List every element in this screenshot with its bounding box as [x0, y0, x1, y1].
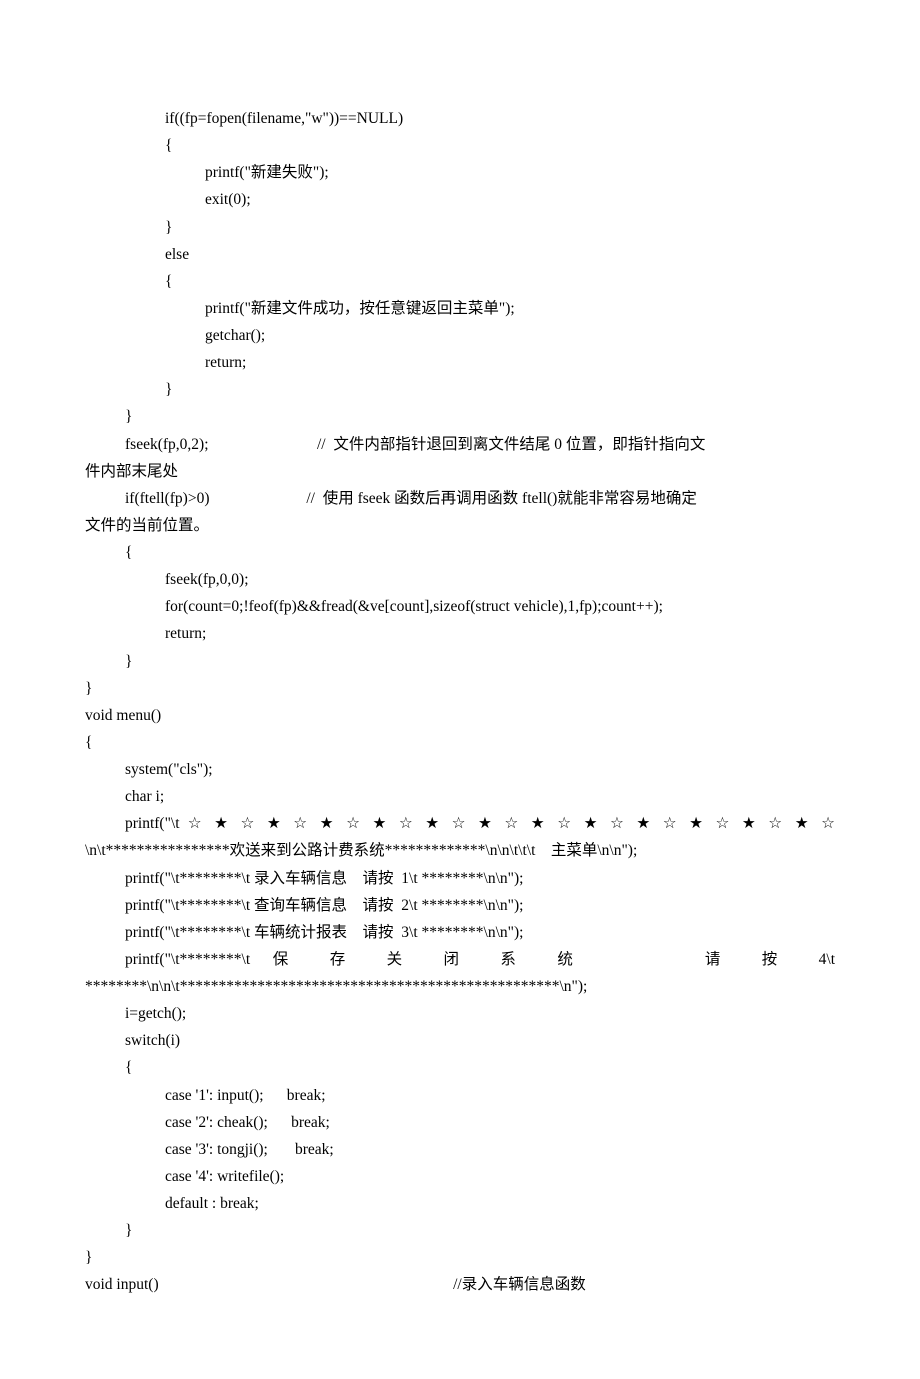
code-line: return;: [85, 620, 835, 647]
code-line: return;: [85, 349, 835, 376]
code-line: system("cls");: [85, 756, 835, 783]
code-line: fseek(fp,0,2); // 文件内部指针退回到离文件结尾 0 位置，即指…: [85, 431, 835, 458]
code-line: }: [85, 675, 835, 702]
code-line: }: [85, 648, 835, 675]
code-line: printf("新建文件成功，按任意键返回主菜单");: [85, 295, 835, 322]
code-line: {: [85, 268, 835, 295]
code-line: printf("\t ☆ ★ ☆ ★ ☆ ★ ☆ ★ ☆ ★ ☆ ★ ☆ ★ ☆…: [85, 810, 835, 837]
code-line: if(ftell(fp)>0) // 使用 fseek 函数后再调用函数 fte…: [85, 485, 835, 512]
code-line: for(count=0;!feof(fp)&&fread(&ve[count],…: [85, 593, 835, 620]
code-line: printf("\t********\t 录入车辆信息 请按 1\t *****…: [85, 865, 835, 892]
code-line: }: [85, 1217, 835, 1244]
code-line: printf("\t********\t 查询车辆信息 请按 2\t *****…: [85, 892, 835, 919]
code-line: i=getch();: [85, 1000, 835, 1027]
code-line: ********\n\n\t**************************…: [85, 973, 835, 1000]
code-line: printf("\t********\t 车辆统计报表 请按 3\t *****…: [85, 919, 835, 946]
code-line: }: [85, 1244, 835, 1271]
code-line: void menu(): [85, 702, 835, 729]
code-line: switch(i): [85, 1027, 835, 1054]
code-line: char i;: [85, 783, 835, 810]
code-line: 文件的当前位置。: [85, 512, 835, 539]
code-line: case '4': writefile();: [85, 1163, 835, 1190]
code-line: case '1': input(); break;: [85, 1082, 835, 1109]
code-line: {: [85, 729, 835, 756]
code-line: }: [85, 376, 835, 403]
code-line: {: [85, 539, 835, 566]
code-line: default : break;: [85, 1190, 835, 1217]
code-line: \n\t****************欢送来到公路计费系统**********…: [85, 837, 835, 864]
document-page: if((fp=fopen(filename,"w"))==NULL){print…: [0, 0, 920, 1379]
code-line: case '2': cheak(); break;: [85, 1109, 835, 1136]
code-line: }: [85, 214, 835, 241]
code-line: {: [85, 132, 835, 159]
code-line: }: [85, 403, 835, 430]
code-line: getchar();: [85, 322, 835, 349]
code-line: if((fp=fopen(filename,"w"))==NULL): [85, 105, 835, 132]
code-line: 件内部末尾处: [85, 458, 835, 485]
code-line: printf("\t********\t 保 存 关 闭 系 统 请 按 4\t: [85, 946, 835, 973]
code-line: printf("新建失败");: [85, 159, 835, 186]
code-line: else: [85, 241, 835, 268]
code-line: exit(0);: [85, 186, 835, 213]
code-line: {: [85, 1054, 835, 1081]
code-line: fseek(fp,0,0);: [85, 566, 835, 593]
code-line: case '3': tongji(); break;: [85, 1136, 835, 1163]
code-line: void input() //录入车辆信息函数: [85, 1271, 835, 1298]
